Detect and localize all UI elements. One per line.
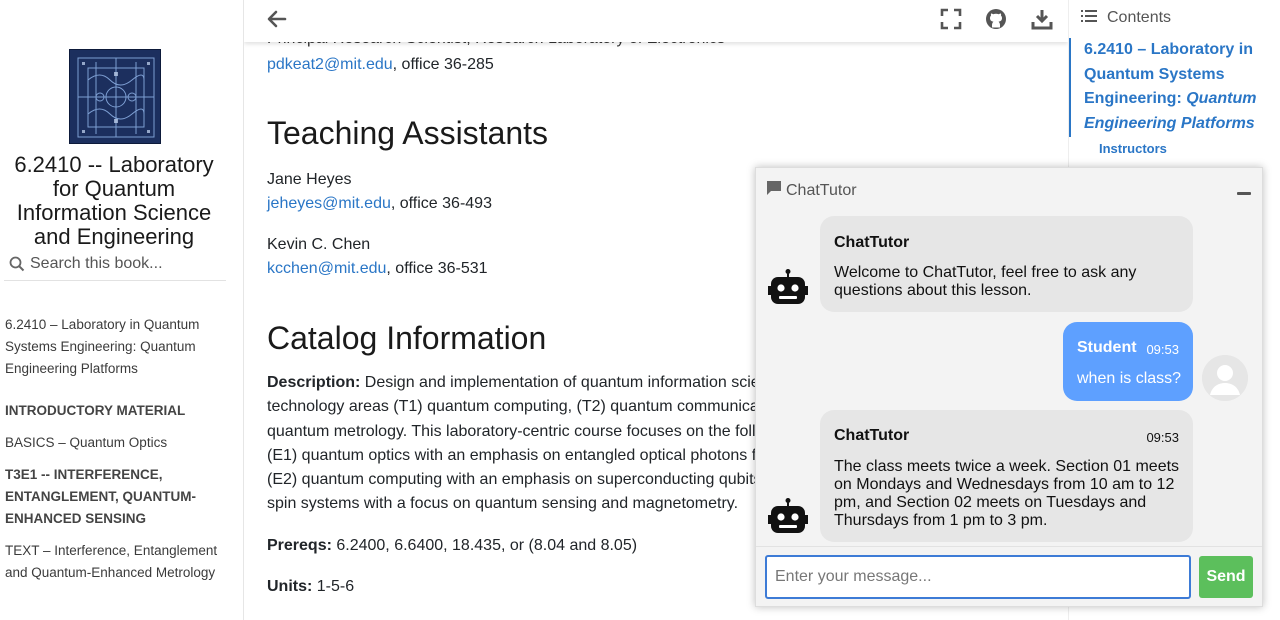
sidebar-caption-t3e1: T3E1 -- INTERFERENCE, ENTANGLEMENT, QUAN… [5, 467, 196, 526]
toc-heading-label: Contents [1107, 9, 1172, 26]
description-line: technology areas (T1) quantum computing,… [267, 398, 785, 416]
ta1-email-link[interactable]: jeheyes@mit.edu [267, 195, 391, 212]
units: Units: 1-5-6 [267, 575, 354, 599]
ta1-office: , office 36-493 [390, 195, 492, 212]
chat-header: ChatTutor [756, 168, 1262, 210]
message-sender: ChatTutor [834, 427, 910, 444]
prereqs-value: 6.2400, 6.6400, 18.435, or (8.04 and 8.0… [331, 537, 638, 554]
search-icon [4, 256, 30, 272]
units-label: Units: [267, 578, 313, 595]
chat-message-input[interactable] [765, 555, 1191, 599]
ta2-name: Kevin C. Chen [267, 236, 371, 253]
instructor-contact: pdkeat2@mit.edu, office 36-285 [267, 53, 494, 77]
message-sender: Student [1077, 339, 1137, 356]
description-line: quantum metrology. This laboratory-centr… [267, 422, 780, 440]
chat-title: ChatTutor [786, 181, 857, 199]
message-time: 09:53 [1146, 342, 1179, 357]
fullscreen-button[interactable] [936, 6, 966, 36]
message-text: The class meets twice a week. Section 01… [834, 458, 1180, 529]
list-icon [1081, 9, 1097, 28]
toc-active-indicator [1069, 38, 1071, 137]
message-text: when is class? [1077, 370, 1182, 387]
robot-icon [768, 268, 808, 308]
minimize-button[interactable] [1234, 178, 1254, 198]
heading-catalog-information: Catalog Information [267, 320, 547, 356]
left-sidebar: 6.2410 -- Laboratory for Quantum Informa… [0, 0, 244, 620]
top-toolbar [244, 0, 1068, 42]
message-time: 09:53 [1146, 430, 1179, 445]
chat-bubble-icon [766, 180, 782, 201]
heading-teaching-assistants: Teaching Assistants [267, 115, 549, 151]
robot-icon [768, 497, 808, 537]
download-icon [1031, 8, 1053, 35]
arrow-left-icon [265, 7, 289, 36]
user-avatar-icon [1202, 355, 1248, 401]
description-line: spin systems with a focus on quantum sen… [267, 495, 739, 513]
units-value: 1-5-6 [312, 578, 355, 595]
back-button[interactable] [262, 6, 292, 36]
ta2-contact: kcchen@mit.edu, office 36-531 [267, 257, 488, 281]
ta2-office: , office 36-531 [386, 260, 488, 277]
message-text: Welcome to ChatTutor, feel free to ask a… [834, 264, 1137, 299]
description-line: Description: Design and implementation o… [267, 374, 786, 391]
chat-message-user: Student 09:53 when is class? [1063, 322, 1193, 401]
github-icon [985, 8, 1007, 35]
chat-input-bar: Send [756, 546, 1262, 606]
instructor-office: , office 36-285 [392, 56, 494, 73]
toc-link-instructors[interactable]: Instructors [1099, 141, 1167, 156]
description-line: (E1) quantum optics with an emphasis on … [267, 446, 793, 464]
ta2-email-link[interactable]: kcchen@mit.edu [267, 260, 386, 277]
chat-messages: ChatTutor Welcome to ChatTutor, feel fre… [756, 210, 1262, 546]
sidebar-item-basics[interactable]: BASICS – Quantum Optics [5, 432, 220, 454]
send-button[interactable]: Send [1199, 556, 1253, 598]
download-button[interactable] [1027, 6, 1057, 36]
toc-heading: Contents [1081, 6, 1171, 30]
sidebar-item-course-home[interactable]: 6.2410 – Laboratory in Quantum Systems E… [5, 314, 220, 380]
course-description: Description: Design and implementation o… [267, 371, 793, 517]
github-button[interactable] [981, 6, 1011, 36]
instructor-email-link[interactable]: pdkeat2@mit.edu [267, 56, 393, 73]
message-sender: ChatTutor [834, 234, 910, 251]
description-line: (E2) quantum computing with an emphasis … [267, 471, 787, 489]
prereqs: Prereqs: 6.2400, 6.6400, 18.435, or (8.0… [267, 534, 637, 558]
ta1-name: Jane Heyes [267, 171, 352, 188]
sidebar-item-text[interactable]: TEXT – Interference, Entanglement and Qu… [5, 540, 220, 584]
toc-link-course[interactable]: 6.2410 – Laboratory in Quantum Systems E… [1084, 38, 1274, 136]
sidebar-caption-introductory: INTRODUCTORY MATERIAL [5, 403, 186, 418]
fullscreen-icon [940, 8, 962, 35]
chat-widget: ChatTutor ChatTutor Welcome to ChatTutor… [755, 167, 1263, 607]
ta1-contact: jeheyes@mit.edu, office 36-493 [267, 192, 492, 216]
description-label: Description: [267, 374, 361, 391]
book-logo[interactable] [69, 49, 161, 144]
chat-message-bot: ChatTutor Welcome to ChatTutor, feel fre… [820, 216, 1193, 312]
chat-message-bot: ChatTutor 09:53 The class meets twice a … [820, 410, 1193, 542]
book-title[interactable]: 6.2410 -- Laboratory for Quantum Informa… [0, 153, 228, 249]
search-box[interactable] [4, 248, 226, 281]
sidebar-nav: 6.2410 – Laboratory in Quantum Systems E… [5, 314, 220, 584]
prereqs-label: Prereqs: [267, 537, 332, 554]
search-input[interactable] [30, 255, 220, 273]
